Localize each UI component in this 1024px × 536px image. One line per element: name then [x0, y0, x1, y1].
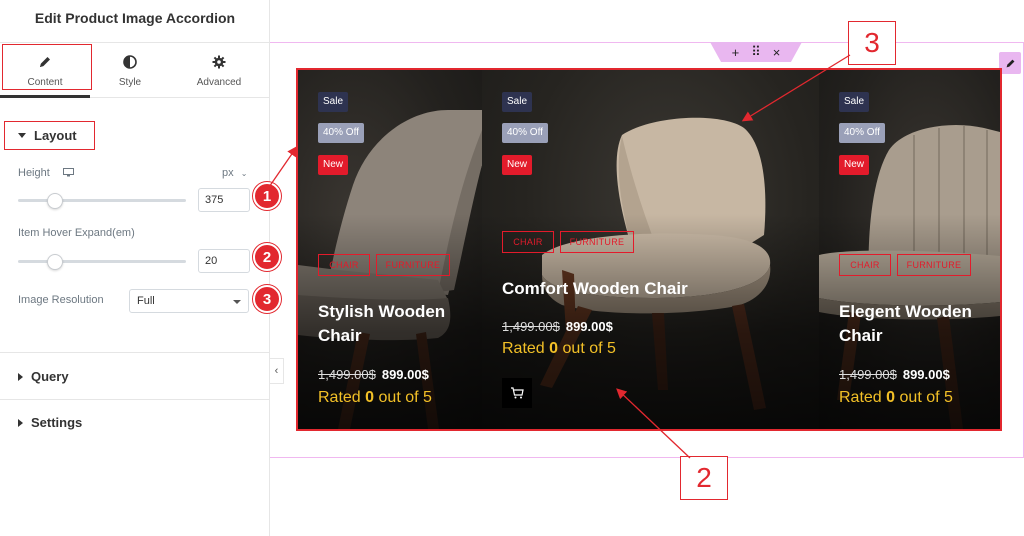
- image-resolution-select[interactable]: Full: [129, 289, 249, 313]
- category-tag-chair[interactable]: CHAIR: [502, 231, 554, 253]
- settings-section-toggle[interactable]: Settings: [18, 415, 218, 430]
- image-resolution-value: Full: [137, 295, 155, 307]
- settings-heading: Settings: [31, 415, 83, 430]
- editor-screen: Edit Product Image Accordion Content Sty…: [0, 0, 1024, 536]
- accordion-item[interactable]: Sale 40% Off New CHAIR FURNITURE Elegent…: [819, 70, 1000, 429]
- gear-icon: [212, 53, 226, 71]
- sale-badge: Sale: [502, 92, 533, 112]
- discount-badge: 40% Off: [318, 123, 364, 143]
- category-tag-chair[interactable]: CHAIR: [318, 254, 370, 276]
- product-price: 1,499.00$ 899.00$: [318, 367, 429, 382]
- add-to-cart-button[interactable]: [502, 378, 532, 408]
- section-divider: [0, 399, 270, 400]
- product-image-accordion: Sale 40% Off New CHAIR FURNITURE Stylish…: [296, 68, 1002, 431]
- tab-style-label: Style: [118, 76, 142, 88]
- caret-right-icon: [18, 372, 23, 381]
- annotation-callout-3: 3: [848, 21, 896, 65]
- image-resolution-label: Image Resolution: [18, 294, 104, 306]
- discount-badge: 40% Off: [839, 123, 885, 143]
- sale-price: 899.00$: [902, 367, 950, 382]
- chevron-down-icon: ⌄: [240, 169, 248, 178]
- tab-advanced[interactable]: Advanced: [174, 43, 264, 97]
- product-name[interactable]: Comfort Wooden Chair: [502, 277, 802, 301]
- sale-badge: Sale: [318, 92, 349, 112]
- height-input[interactable]: 375: [198, 188, 250, 212]
- caret-right-icon: [18, 418, 23, 427]
- new-badge: New: [502, 155, 533, 175]
- category-tag-furniture[interactable]: FURNITURE: [560, 231, 634, 253]
- cart-icon: [511, 387, 524, 399]
- category-tag-chair[interactable]: CHAIR: [839, 254, 891, 276]
- query-section-toggle[interactable]: Query: [18, 369, 218, 384]
- pencil-icon: [1006, 59, 1014, 67]
- product-rating: Rated 0 out of 5: [502, 340, 616, 357]
- accordion-item-active[interactable]: Sale 40% Off New CHAIR FURNITURE Comfort…: [482, 70, 819, 429]
- hover-expand-input[interactable]: 20: [198, 249, 250, 273]
- sale-badge: Sale: [839, 92, 870, 112]
- category-tag-furniture[interactable]: FURNITURE: [897, 254, 971, 276]
- old-price: 1,499.00$: [839, 367, 897, 382]
- height-unit-select[interactable]: px ⌄: [222, 167, 247, 179]
- product-name[interactable]: Elegent Wooden Chair: [839, 300, 989, 348]
- product-rating: Rated 0 out of 5: [318, 389, 432, 406]
- desktop-icon: [62, 168, 74, 180]
- height-slider[interactable]: [18, 199, 186, 202]
- annotation-callout-2: 2: [680, 456, 728, 500]
- accordion-item[interactable]: Sale 40% Off New CHAIR FURNITURE Stylish…: [298, 70, 482, 429]
- section-toolbar: + ⠿ ×: [710, 42, 802, 62]
- category-tag-furniture[interactable]: FURNITURE: [376, 254, 450, 276]
- old-price: 1,499.00$: [502, 319, 560, 334]
- content-tab-highlight: [2, 44, 92, 90]
- old-price: 1,499.00$: [318, 367, 376, 382]
- new-badge: New: [839, 155, 870, 175]
- product-price: 1,499.00$ 899.00$: [839, 367, 950, 382]
- discount-badge: 40% Off: [502, 123, 548, 143]
- height-label: Height: [18, 167, 74, 180]
- add-section-icon[interactable]: +: [732, 45, 740, 60]
- panel-title: Edit Product Image Accordion: [34, 10, 236, 26]
- editor-panel: Edit Product Image Accordion Content Sty…: [0, 0, 281, 536]
- new-badge: New: [318, 155, 349, 175]
- half-circle-icon: [123, 53, 137, 71]
- hover-expand-slider[interactable]: [18, 260, 186, 263]
- section-divider: [0, 352, 270, 353]
- active-tab-indicator: [0, 95, 90, 98]
- sale-price: 899.00$: [381, 367, 429, 382]
- product-rating: Rated 0 out of 5: [839, 389, 953, 406]
- sale-price: 899.00$: [565, 319, 613, 334]
- query-heading: Query: [31, 369, 69, 384]
- hover-expand-slider-thumb[interactable]: [46, 254, 63, 270]
- hover-expand-label: Item Hover Expand(em): [18, 227, 135, 239]
- product-price: 1,499.00$ 899.00$: [502, 319, 613, 334]
- layout-heading-highlight: [4, 121, 95, 150]
- tab-style[interactable]: Style: [85, 43, 175, 97]
- product-name[interactable]: Stylish Wooden Chair: [318, 300, 468, 348]
- tab-advanced-label: Advanced: [196, 76, 242, 88]
- height-slider-thumb[interactable]: [46, 193, 63, 209]
- dropdown-arrow-icon: [233, 300, 241, 304]
- edit-widget-button[interactable]: [999, 52, 1021, 74]
- close-section-icon[interactable]: ×: [773, 45, 781, 60]
- drag-handle-icon[interactable]: ⠿: [751, 44, 761, 60]
